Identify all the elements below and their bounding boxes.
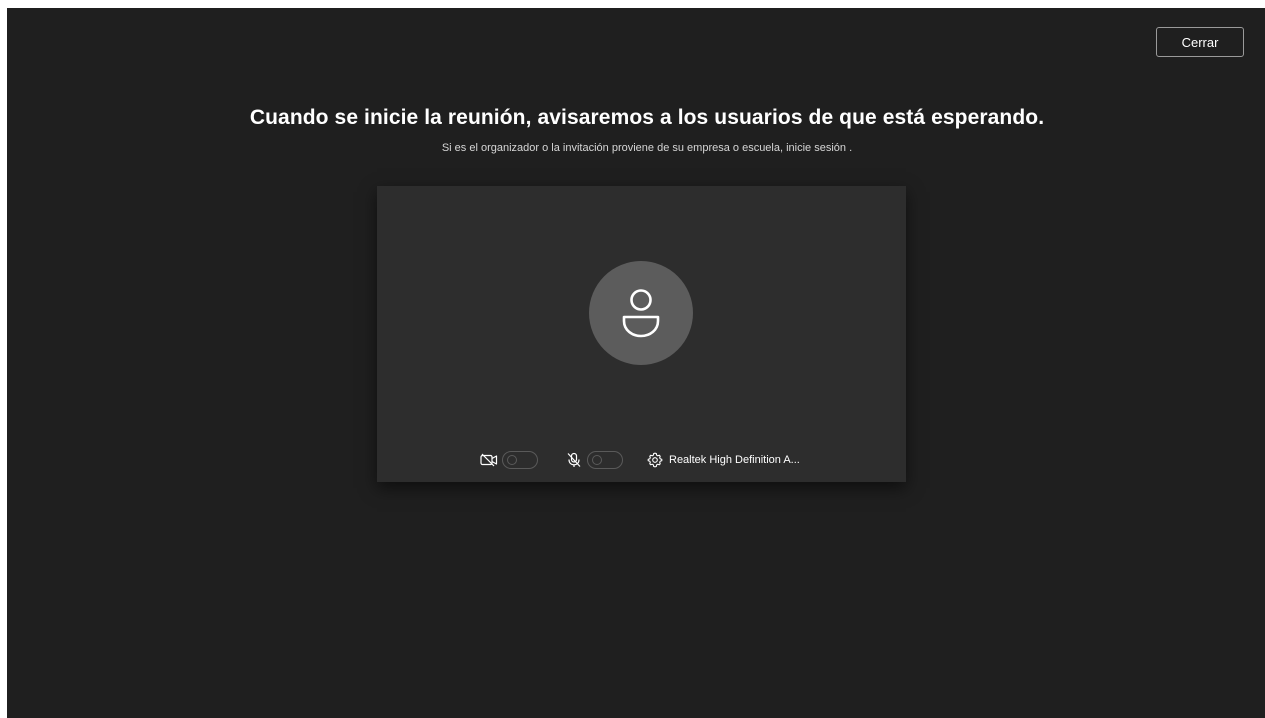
avatar bbox=[589, 261, 693, 365]
audio-device-settings[interactable]: Realtek High Definition A... bbox=[645, 450, 800, 470]
device-controls: Realtek High Definition A... bbox=[479, 449, 800, 471]
gear-icon bbox=[645, 450, 665, 470]
waiting-lobby-window: Cerrar Cuando se inicie la reunión, avis… bbox=[7, 8, 1265, 718]
camera-off-icon bbox=[479, 450, 499, 470]
mic-off-icon bbox=[564, 450, 584, 470]
video-preview: Realtek High Definition A... bbox=[377, 186, 906, 482]
close-button[interactable]: Cerrar bbox=[1156, 27, 1244, 57]
camera-toggle-knob bbox=[507, 455, 517, 465]
camera-toggle[interactable] bbox=[502, 451, 538, 469]
page-title: Cuando se inicie la reunión, avisaremos … bbox=[249, 106, 1045, 129]
microphone-toggle[interactable] bbox=[587, 451, 623, 469]
audio-device-label: Realtek High Definition A... bbox=[669, 454, 800, 466]
microphone-toggle-knob bbox=[592, 455, 602, 465]
sign-in-hint: Si es el organizador o la invitación pro… bbox=[441, 142, 853, 154]
person-icon bbox=[622, 289, 660, 338]
